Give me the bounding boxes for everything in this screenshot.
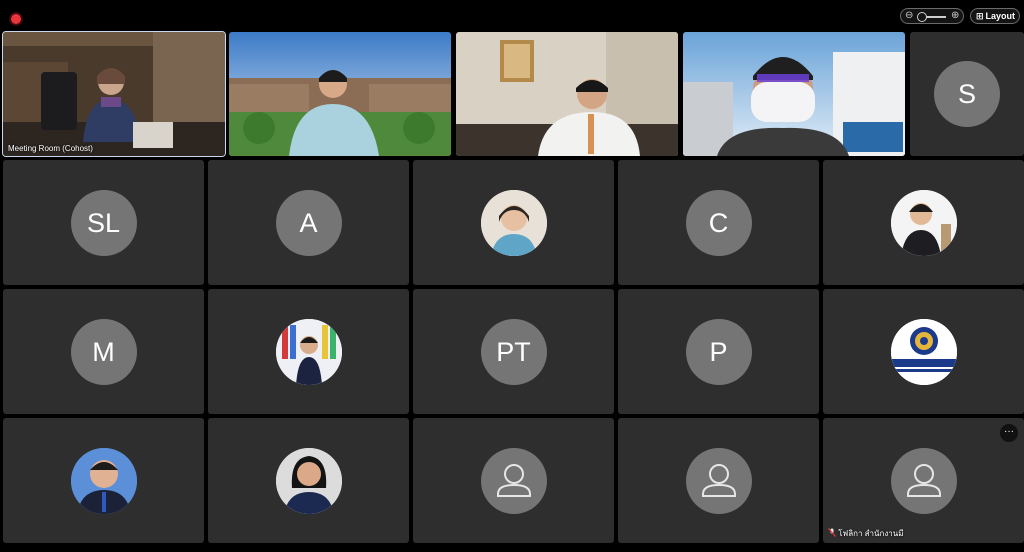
video-tile-meeting-room[interactable]: Meeting Room (Cohost) <box>2 31 226 157</box>
participant-tile-p[interactable]: P <box>618 289 819 414</box>
participant-name-text: โฟลิกา สำนักงานมี <box>838 529 904 538</box>
participant-video-campus <box>229 32 451 156</box>
participant-tile-logo[interactable] <box>823 289 1024 414</box>
participant-tile-photo-1[interactable] <box>413 160 614 285</box>
avatar-photo <box>890 189 957 256</box>
participant-tile-generic-2[interactable] <box>618 418 819 543</box>
video-tile-participant-2[interactable] <box>229 32 451 156</box>
default-user-icon <box>480 447 547 514</box>
avatar: SL <box>70 189 137 256</box>
participant-tile-a[interactable]: A <box>208 160 409 285</box>
video-tile-participant-4[interactable] <box>683 32 905 156</box>
default-user-icon <box>890 447 957 514</box>
recording-indicator <box>11 14 21 24</box>
meeting-room-video <box>3 32 225 156</box>
participant-tile-pt[interactable]: PT <box>413 289 614 414</box>
avatar: P <box>685 318 752 385</box>
zoom-control[interactable]: ⊖ ⊕ <box>900 8 964 24</box>
participant-tile-photo-5[interactable] <box>208 418 409 543</box>
participant-tile-sl[interactable]: SL <box>3 160 204 285</box>
participant-name-label: โฟลิกา สำนักงานมี <box>828 527 903 540</box>
participant-name-label: Meeting Room (Cohost) <box>8 144 93 153</box>
participant-video-office <box>456 32 678 156</box>
mic-off-icon <box>828 528 836 537</box>
participant-tile-generic-1[interactable] <box>413 418 614 543</box>
participant-tile-photo-2[interactable] <box>823 160 1024 285</box>
layout-icon: ⊞ <box>976 12 984 22</box>
video-tile-participant-3[interactable] <box>456 32 678 156</box>
participant-tile-c[interactable]: C <box>618 160 819 285</box>
avatar: S <box>934 61 1000 127</box>
default-user-icon <box>685 447 752 514</box>
participant-tile-photo-4[interactable] <box>3 418 204 543</box>
avatar-photo <box>70 447 137 514</box>
avatar: PT <box>480 318 547 385</box>
avatar: C <box>685 189 752 256</box>
zoom-slider-handle[interactable] <box>917 12 927 22</box>
avatar-photo <box>275 447 342 514</box>
avatar-photo <box>275 318 342 385</box>
avatar: A <box>275 189 342 256</box>
university-logo-avatar <box>890 318 957 385</box>
participant-tile-m[interactable]: M <box>3 289 204 414</box>
participant-tile-photo-3[interactable] <box>208 289 409 414</box>
avatar: M <box>70 318 137 385</box>
participant-video-masked <box>683 32 905 156</box>
participant-tile-generic-3[interactable]: ··· โฟลิกา สำนักงานมี <box>823 418 1024 543</box>
layout-button-label: Layout <box>985 11 1016 21</box>
avatar-photo <box>480 189 547 256</box>
zoom-in-icon[interactable]: ⊕ <box>951 9 959 23</box>
more-options-button[interactable]: ··· <box>1000 424 1018 442</box>
zoom-out-icon[interactable]: ⊖ <box>905 9 913 23</box>
layout-button[interactable]: ⊞ Layout <box>970 8 1020 24</box>
participant-tile-s[interactable]: S <box>910 32 1024 156</box>
